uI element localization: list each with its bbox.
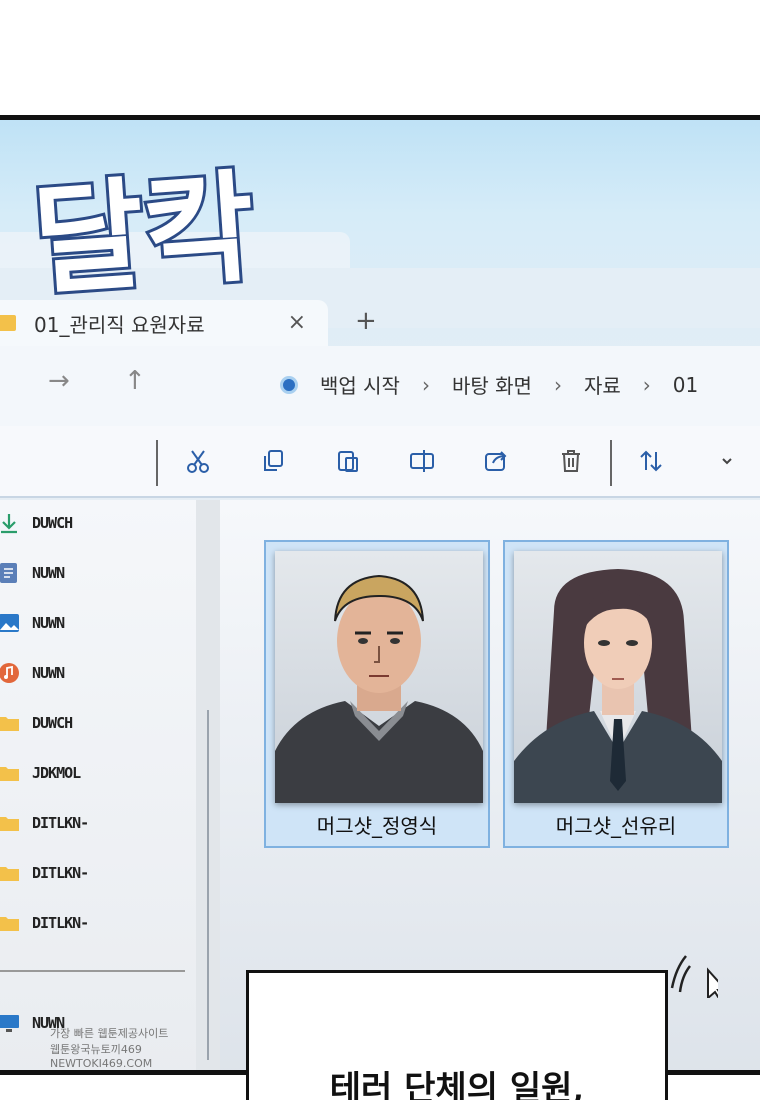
sidebar-item-label: DUWCH	[32, 714, 73, 732]
navigation-sidebar: DUWCH NUWN NUWN NUWN DUWCH JDKMOL DITLKN…	[0, 500, 220, 1070]
sidebar-item-label: JDKMOL	[32, 764, 81, 782]
sidebar-item-label: NUWN	[32, 614, 65, 632]
breadcrumb-item[interactable]: 01	[673, 373, 698, 397]
mugshot-thumbnail	[514, 551, 722, 803]
folder-icon	[0, 867, 19, 881]
delete-icon[interactable]	[556, 446, 586, 476]
breadcrumb: 백업 시작 › 바탕 화면 › 자료 › 01	[280, 370, 698, 399]
sidebar-item-folder[interactable]: DITLKN-	[0, 908, 89, 938]
sidebar-item-folder[interactable]: DITLKN-	[0, 808, 89, 838]
breadcrumb-item[interactable]: 바탕 화면	[452, 370, 532, 399]
caption-text: 테러 단체의 일원,	[329, 1069, 585, 1100]
sidebar-item-label: DITLKN-	[32, 864, 89, 882]
monitor-icon	[0, 1015, 19, 1032]
sidebar-item-documents[interactable]: NUWN	[0, 558, 65, 588]
breadcrumb-item[interactable]: 백업 시작	[320, 370, 400, 399]
document-icon	[0, 563, 17, 583]
chevron-right-icon: ›	[553, 372, 562, 397]
sidebar-item-folder[interactable]: DUWCH	[0, 708, 73, 738]
sidebar-item-folder[interactable]: JDKMOL	[0, 758, 81, 788]
file-item-mugshot-1[interactable]: 머그샷_정영식	[264, 540, 490, 848]
sidebar-item-music[interactable]: NUWN	[0, 658, 65, 688]
copy-icon[interactable]	[258, 446, 288, 476]
watermark-line: NEWTOKI469.COM	[50, 1057, 153, 1070]
file-name: 머그샷_선유리	[555, 814, 677, 838]
watermark-line: 웹툰왕국뉴토끼469	[50, 1043, 142, 1056]
caption-box: 테러 단체의 일원,	[246, 970, 668, 1100]
chevron-right-icon: ›	[421, 372, 430, 397]
new-tab-button[interactable]: +	[355, 306, 377, 336]
breadcrumb-item[interactable]: 자료	[584, 370, 621, 399]
watermark-line: 가장 빠른 웹툰제공사이트	[50, 1027, 169, 1040]
sidebar-item-label: NUWN	[32, 664, 65, 682]
rename-icon[interactable]	[407, 446, 437, 476]
folder-icon	[0, 315, 16, 331]
paste-icon[interactable]	[333, 446, 363, 476]
sidebar-item-folder[interactable]: DITLKN-	[0, 858, 89, 888]
file-name: 머그샷_정영식	[316, 814, 438, 838]
mugshot-thumbnail	[275, 551, 483, 803]
toolbar-separator	[610, 440, 612, 486]
file-item-mugshot-2[interactable]: 머그샷_선유리	[503, 540, 729, 848]
share-icon[interactable]	[481, 446, 511, 476]
watermark: 가장 빠른 웹툰제공사이트 웹툰왕국뉴토끼469 NEWTOKI469.COM	[50, 1025, 200, 1070]
chevron-right-icon: ›	[642, 372, 651, 397]
sfx-text: 달칵	[29, 160, 259, 312]
folder-icon	[0, 767, 19, 781]
folder-icon	[0, 817, 19, 831]
sort-icon[interactable]	[636, 446, 666, 476]
cut-icon[interactable]	[183, 446, 213, 476]
sidebar-item-pictures[interactable]: NUWN	[0, 608, 65, 638]
sidebar-item-label: DITLKN-	[32, 814, 89, 832]
folder-icon	[0, 917, 19, 931]
chevron-down-icon[interactable]	[712, 446, 742, 476]
sound-effect: 달칵	[26, 160, 262, 315]
scrollbar-thumb[interactable]	[207, 710, 209, 1060]
sidebar-item-label: NUWN	[32, 564, 65, 582]
music-icon	[0, 663, 19, 683]
mouse-cursor-icon	[670, 955, 718, 998]
download-icon	[1, 514, 17, 534]
sidebar-item-downloads[interactable]: DUWCH	[0, 508, 73, 538]
sidebar-item-label: DUWCH	[32, 514, 73, 532]
folder-icon	[0, 717, 19, 731]
sidebar-item-label: DITLKN-	[32, 914, 89, 932]
sidebar-divider	[0, 970, 185, 972]
picture-icon	[0, 614, 19, 632]
